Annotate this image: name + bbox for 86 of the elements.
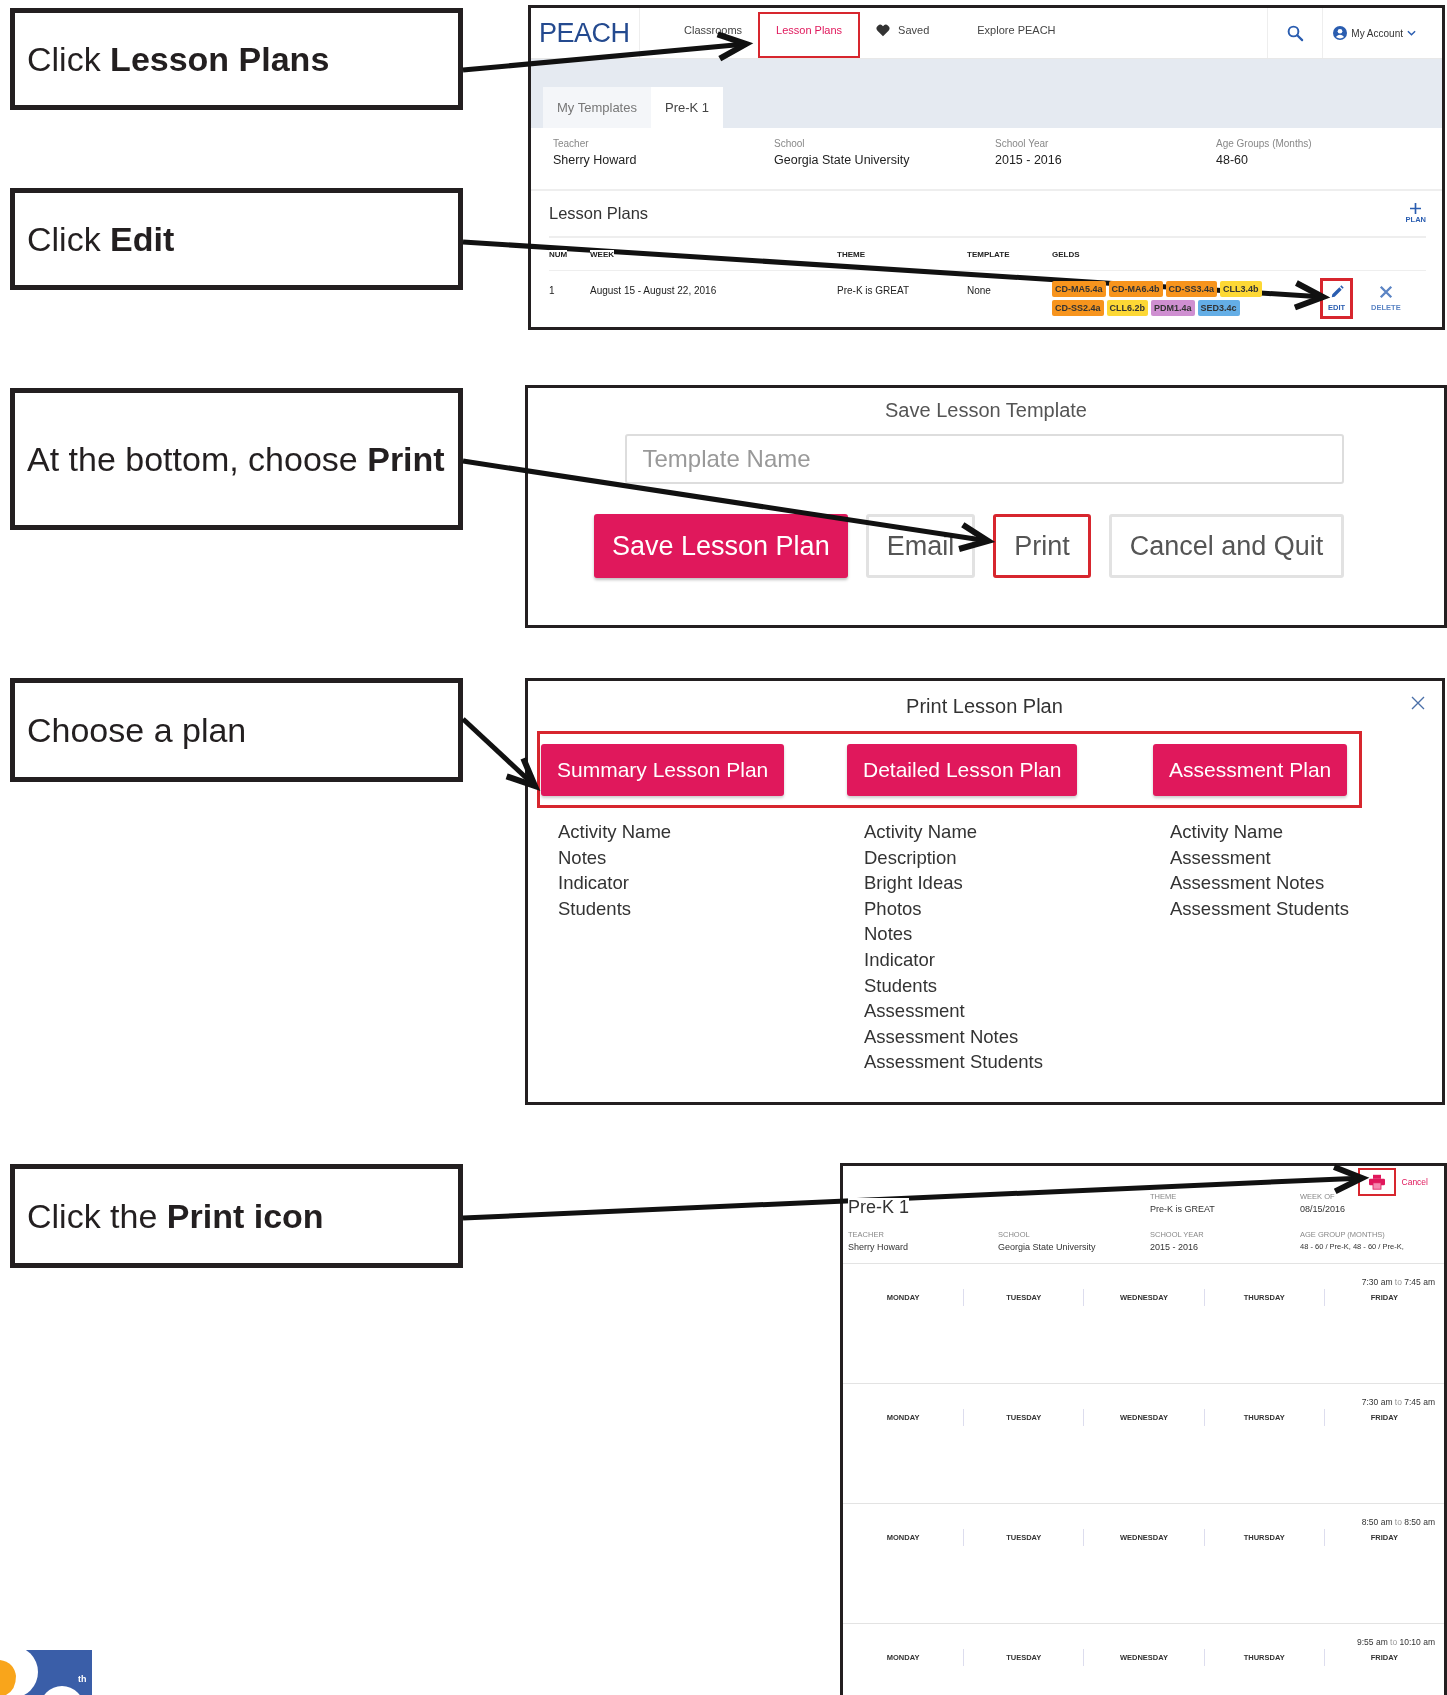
tab[interactable]: My Templates bbox=[543, 87, 651, 128]
cancel-link[interactable]: Cancel bbox=[1401, 1177, 1428, 1187]
content-item: Indicator bbox=[558, 871, 630, 896]
content-item: Assessment Notes bbox=[1170, 871, 1326, 896]
template-name-field[interactable]: Template Name bbox=[624, 434, 1344, 484]
standard-tag: CD-MA5.4a bbox=[1052, 281, 1106, 297]
user-icon bbox=[1333, 26, 1348, 40]
field-label: School Year bbox=[995, 138, 1050, 149]
field-value: Georgia State University bbox=[774, 153, 911, 167]
instruction-text: Click Lesson Plans bbox=[27, 38, 330, 80]
nav-link[interactable]: Saved bbox=[868, 12, 938, 58]
table-cell: 1 bbox=[549, 285, 555, 296]
content-item: Assessment Notes bbox=[864, 1024, 1020, 1049]
content-item: Activity Name bbox=[558, 820, 673, 844]
nav-link[interactable]: Lesson Plans bbox=[758, 12, 861, 58]
plan-button[interactable]: Detailed Lesson Plan bbox=[847, 743, 1078, 796]
tab[interactable]: Pre-K 1 bbox=[650, 87, 724, 128]
heart-icon bbox=[876, 24, 891, 37]
instruction-text: Choose a plan bbox=[27, 709, 247, 751]
field-label: Age Groups (Months) bbox=[1216, 138, 1313, 149]
content-item: Assessment bbox=[1170, 845, 1272, 870]
standard-tag: CD-SS3.4a bbox=[1165, 281, 1218, 297]
table-cell: August 15 - August 22, 2016 bbox=[590, 285, 717, 296]
standard-tag: PDM1.4a bbox=[1151, 300, 1195, 316]
print-button[interactable]: Print bbox=[993, 514, 1091, 578]
instruction-text: Click the Print icon bbox=[27, 1195, 324, 1237]
table-cell: Pre-K is GREAT bbox=[837, 285, 910, 296]
field-value: Pre-K is GREAT bbox=[1150, 1204, 1216, 1214]
field-value: 08/15/2016 bbox=[1300, 1204, 1347, 1214]
content-item: Notes bbox=[558, 845, 608, 870]
section-title: Lesson Plans bbox=[549, 204, 649, 223]
content-item: Activity Name bbox=[1170, 820, 1285, 844]
standard-tag: CD-SS2.4a bbox=[1052, 300, 1104, 316]
field-label: School bbox=[774, 138, 806, 149]
standard-tag: SED3.4c bbox=[1197, 300, 1240, 316]
content-item: Assessment bbox=[864, 999, 966, 1024]
chevron-down-icon bbox=[1407, 30, 1416, 36]
instruction-text: At the bottom, choose Print bbox=[27, 438, 445, 480]
time-range: 9:55 am to 10:10 am bbox=[1356, 1636, 1436, 1647]
field-value: 2015 - 2016 bbox=[995, 153, 1063, 167]
instruction-text: Click Edit bbox=[27, 218, 175, 260]
save-button[interactable]: Save Lesson Plan bbox=[594, 514, 848, 578]
close-icon[interactable] bbox=[1410, 695, 1426, 711]
plus-icon bbox=[1410, 203, 1422, 214]
content-item: Description bbox=[864, 845, 958, 870]
pencil-icon bbox=[1329, 285, 1344, 299]
content-item: Photos bbox=[864, 896, 923, 921]
column-header: NUM bbox=[549, 249, 568, 259]
column-header: GELDS bbox=[1052, 249, 1080, 259]
search-icon[interactable] bbox=[1286, 24, 1305, 42]
content-item: Assessment Students bbox=[864, 1050, 1044, 1075]
field-label: Teacher bbox=[553, 138, 590, 149]
standard-tag: CLL3.4b bbox=[1220, 281, 1262, 297]
column-header: THEME bbox=[837, 249, 865, 259]
time-range: 7:30 am to 7:45 am bbox=[1360, 1276, 1436, 1287]
account-menu[interactable]: My Account bbox=[1323, 8, 1442, 58]
content-item: Assessment Students bbox=[1170, 896, 1350, 921]
content-item: Activity Name bbox=[864, 820, 979, 844]
content-item: Notes bbox=[864, 922, 914, 947]
nav-link[interactable]: Explore PEACH bbox=[969, 12, 1064, 58]
x-icon bbox=[1378, 285, 1393, 299]
standard-tag: CD-MA6.4b bbox=[1108, 281, 1163, 297]
printer-icon[interactable] bbox=[1357, 1168, 1396, 1196]
standard-tag: CLL6.2b bbox=[1106, 300, 1149, 316]
field-value: Georgia State University bbox=[998, 1241, 1097, 1252]
column-header: TEMPLATE bbox=[967, 249, 1010, 259]
table-cell: None bbox=[967, 285, 991, 296]
dialog-title: Save Lesson Template bbox=[885, 399, 1087, 422]
content-item: Bright Ideas bbox=[864, 871, 964, 896]
logo-superscript: th bbox=[78, 1674, 87, 1684]
plan-button[interactable]: Assessment Plan bbox=[1153, 743, 1348, 796]
content-item: Indicator bbox=[864, 947, 936, 972]
field-value: 2015 - 2016 bbox=[1150, 1241, 1200, 1252]
content-item: Students bbox=[864, 973, 939, 998]
content-item: Students bbox=[558, 896, 633, 921]
cancel-button[interactable]: Cancel and Quit bbox=[1108, 514, 1345, 578]
field-value: Sherry Howard bbox=[553, 153, 638, 167]
dialog-title: Print Lesson Plan bbox=[906, 695, 1063, 718]
app-logo: PEACH bbox=[531, 8, 640, 58]
field-value: 48-60 bbox=[1216, 153, 1249, 167]
time-range: 8:50 am to 8:50 am bbox=[1360, 1516, 1436, 1527]
column-header: WEEK bbox=[590, 249, 614, 259]
plan-button[interactable]: Summary Lesson Plan bbox=[541, 743, 785, 796]
nav-link[interactable]: Classrooms bbox=[676, 12, 751, 58]
time-range: 7:30 am to 7:45 am bbox=[1360, 1396, 1436, 1407]
field-value: Sherry Howard bbox=[848, 1241, 910, 1252]
